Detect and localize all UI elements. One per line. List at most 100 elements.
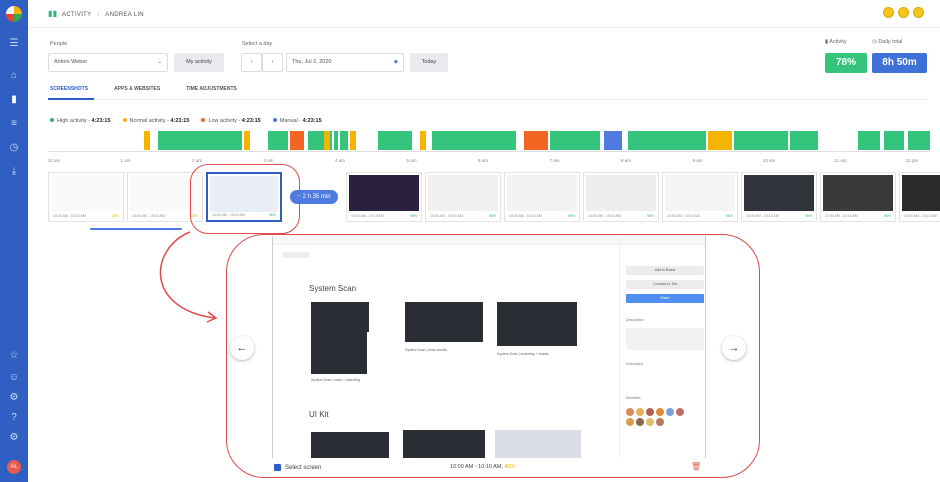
timeline-segment[interactable]: [290, 131, 304, 150]
legend-label: Normal activity -: [129, 118, 169, 124]
download-icon[interactable]: ⤓: [8, 166, 20, 178]
today-button[interactable]: Today: [410, 53, 448, 72]
emoji-happy-icon[interactable]: [883, 7, 894, 18]
timeline-tick-label: 10 am: [762, 158, 776, 163]
help-icon[interactable]: ?: [8, 412, 20, 424]
top-bar: ▮▮ ACTIVITY › ANDREA LIN: [28, 0, 940, 28]
thumbnail-image: [586, 175, 656, 211]
daily-total-label: ◷ Daily total: [872, 39, 902, 45]
person-value: Antoni Weber: [54, 59, 88, 65]
legend-value: 4:23:15: [91, 118, 111, 124]
activity-timeline[interactable]: [48, 131, 930, 150]
tab-apps-websites[interactable]: APPS & WEBSITES: [114, 86, 160, 92]
screenshot-strip: 10:00 AM - 10:10 AM 45% 10:00 AM - 10:10 A…: [48, 172, 940, 222]
legend-value: 4:23:15: [241, 118, 261, 124]
timeline-segment[interactable]: [604, 131, 622, 150]
emoji-neutral-icon[interactable]: [898, 7, 909, 18]
timeline-tick-label: 12 am: [47, 158, 61, 163]
timeline-segment[interactable]: [158, 131, 242, 150]
thumbnail-activity: 96%: [409, 214, 417, 218]
user-icon[interactable]: ☺: [8, 372, 20, 384]
home-icon[interactable]: ⌂: [8, 70, 20, 82]
timeline-ticks: 12 am 1 am 2 am 3 am 4 am 5 am 6 am 7 am 8 am 9 a…: [48, 158, 930, 166]
timeline-segment[interactable]: [324, 131, 330, 150]
emoji-sad-icon[interactable]: [913, 7, 924, 18]
tab-time-adjustments[interactable]: TIME ADJUSTMENTS: [186, 86, 237, 92]
screenshot-thumbnail[interactable]: 10:00 AM - 10:10 AM96%: [583, 172, 659, 222]
timeline-tick-label: 2 am: [191, 158, 203, 163]
timeline-segment[interactable]: [244, 131, 250, 150]
settings-icon[interactable]: ⚙: [8, 432, 20, 444]
tab-divider: [48, 99, 926, 100]
timeline-segment[interactable]: [790, 131, 818, 150]
timer-icon[interactable]: ◷: [8, 142, 20, 154]
screenshot-thumbnail[interactable]: 10:00 AM - 10:10 AM96%: [346, 172, 422, 222]
timeline-segment[interactable]: [858, 131, 880, 150]
tab-screenshots[interactable]: SCREENSHOTS: [50, 86, 88, 92]
legend-item: Normal activity - 4:23:15: [122, 118, 190, 124]
activity-legend: High activity - 4:23:15 Normal activity -…: [50, 118, 322, 124]
breadcrumb-section[interactable]: ACTIVITY: [62, 12, 91, 18]
legend-dot-icon: [201, 118, 206, 122]
thumbnail-time: 10:00 AM - 10:10 AM: [904, 214, 937, 218]
timeline-segment[interactable]: [524, 131, 548, 150]
daily-total-label-text: Daily total: [878, 39, 903, 45]
thumbnail-time: 10:00 AM - 10:10 AM: [746, 214, 779, 218]
timeline-segment[interactable]: [144, 131, 150, 150]
thumbnail-image: [507, 175, 577, 211]
thumbnail-image: [744, 175, 814, 211]
timeline-tick-label: 5 am: [406, 158, 417, 163]
timeline-segment[interactable]: [884, 131, 904, 150]
star-icon[interactable]: ☆: [8, 350, 20, 362]
avatar[interactable]: AL: [7, 460, 21, 474]
sidebar: ☰ ⌂ ▮ ≡ ◷ ⤓ ☆ ☺ ⚙ ? ⚙ AL: [0, 0, 28, 482]
timeline-segment[interactable]: [550, 131, 600, 150]
gear-icon[interactable]: ⚙: [8, 392, 20, 404]
mood-icons: [883, 7, 924, 18]
timeline-segment[interactable]: [908, 131, 930, 150]
next-day-button[interactable]: ›: [262, 53, 283, 72]
breadcrumb: ▮▮ ACTIVITY › ANDREA LIN: [48, 9, 144, 18]
screenshot-thumbnail[interactable]: 10:00 AM - 10:10 AM96%: [425, 172, 501, 222]
timeline-segment[interactable]: [654, 131, 706, 150]
legend-label: High activity -: [57, 118, 91, 124]
timeline-segment[interactable]: [350, 131, 356, 150]
screenshot-thumbnail[interactable]: 10:00 AM - 10:10 AM96%: [820, 172, 896, 222]
timeline-segment[interactable]: [340, 131, 348, 150]
person-select[interactable]: Antoni Weber ⌄: [48, 53, 168, 72]
screenshot-thumbnail[interactable]: 10:00 AM - 10:10 AM96%: [741, 172, 817, 222]
app-logo[interactable]: [6, 6, 22, 22]
timeline-tick-label: 4 am: [334, 158, 346, 163]
timeline-segment[interactable]: [378, 131, 412, 150]
activity-icon[interactable]: ▮: [8, 94, 20, 106]
timeline-segment[interactable]: [708, 131, 732, 150]
calendar-icon: ◆: [393, 59, 398, 65]
screenshot-thumbnail[interactable]: 10:00 AM - 10:10 AM96%: [899, 172, 940, 222]
timeline-segment[interactable]: [268, 131, 288, 150]
timeline-tick-label: 1 am: [120, 158, 131, 163]
legend-dot-icon: [122, 118, 127, 122]
legend-value: 4:23:15: [170, 118, 190, 124]
tab-bar: SCREENSHOTS APPS & WEBSITES TIME ADJUSTM…: [50, 86, 237, 92]
annotation-highlight: [190, 164, 300, 234]
list-icon[interactable]: ≡: [8, 118, 20, 130]
screenshot-thumbnail[interactable]: 10:00 AM - 10:10 AM96%: [504, 172, 580, 222]
timeline-segment[interactable]: [420, 131, 426, 150]
thumbnail-time: 10:00 AM - 10:10 AM: [825, 214, 858, 218]
menu-icon[interactable]: ☰: [8, 38, 20, 50]
legend-item: Manual - 4:23:15: [272, 118, 322, 124]
thumbnail-image: [428, 175, 498, 211]
activity-stat-label: ▮ Activity: [825, 39, 847, 45]
timeline-segment[interactable]: [446, 131, 516, 150]
timeline-segment[interactable]: [734, 131, 788, 150]
timeline-segment[interactable]: [628, 131, 654, 150]
timeline-segment[interactable]: [334, 131, 338, 150]
screenshot-thumbnail[interactable]: 10:00 AM - 10:10 AM96%: [662, 172, 738, 222]
thumbnail-time: 10:00 AM - 10:10 AM: [588, 214, 621, 218]
my-activity-button[interactable]: My activity: [174, 53, 224, 72]
prev-day-button[interactable]: ‹: [241, 53, 262, 72]
date-picker[interactable]: Thu, Jul 2, 2020 ◆: [286, 53, 404, 72]
screenshot-thumbnail[interactable]: 10:00 AM - 10:10 AM 45%: [48, 172, 124, 222]
chart-icon: ▮▮: [48, 9, 58, 18]
timeline-tick-label: 3 am: [263, 158, 274, 163]
